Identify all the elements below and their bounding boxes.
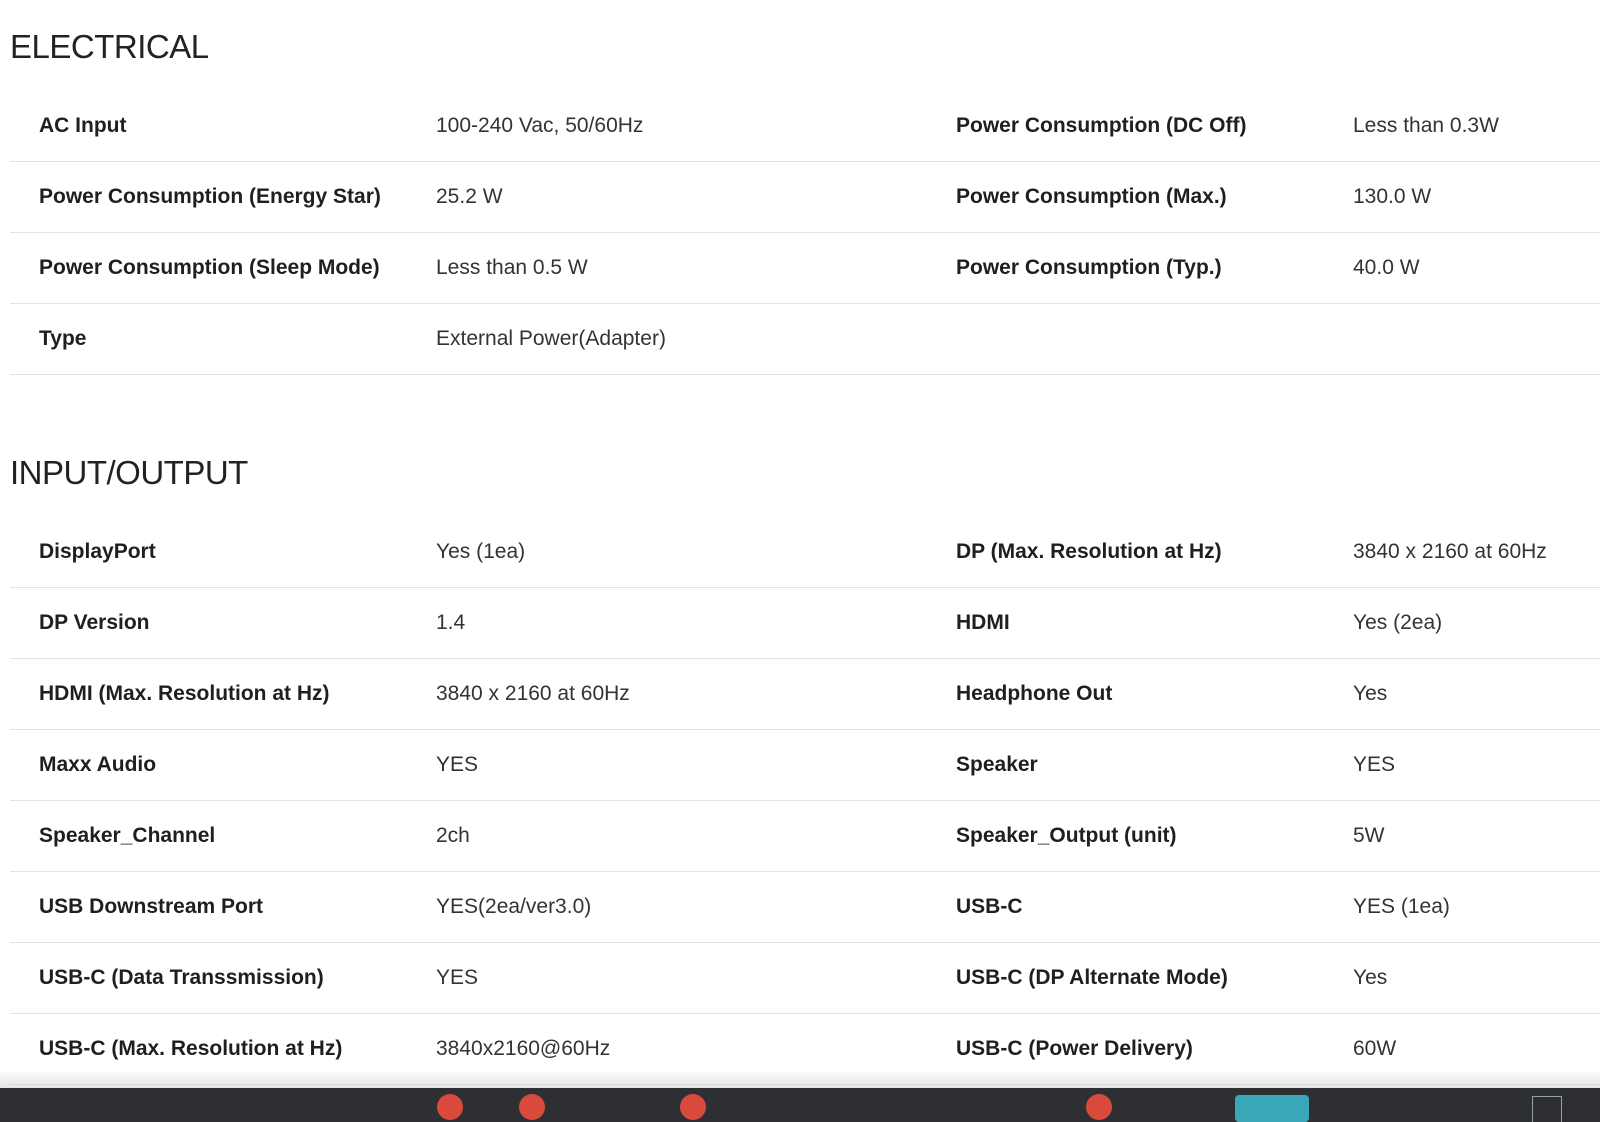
dock-app-icon[interactable] bbox=[519, 1094, 545, 1120]
spec-value: Yes (1ea) bbox=[436, 540, 526, 563]
dock-window-icon[interactable] bbox=[1532, 1096, 1562, 1122]
spec-label: Speaker_Output (unit) bbox=[956, 824, 1177, 847]
spec-label: Maxx Audio bbox=[39, 753, 157, 776]
spec-value: 40.0 W bbox=[1353, 256, 1420, 279]
spec-label: Power Consumption (Sleep Mode) bbox=[39, 256, 380, 279]
spec-label: USB Downstream Port bbox=[39, 895, 264, 918]
spec-label: USB-C (DP Alternate Mode) bbox=[956, 966, 1228, 989]
content-fade bbox=[0, 1070, 1600, 1088]
spec-row: USB Downstream Port YES(2ea/ver3.0) USB-C Y… bbox=[10, 872, 1600, 943]
spec-value: Less than 0.3W bbox=[1353, 114, 1499, 137]
spec-value: 130.0 W bbox=[1353, 185, 1432, 208]
spec-value: External Power(Adapter) bbox=[436, 327, 666, 350]
spec-row: AC Input 100-240 Vac, 50/60Hz Power Consum… bbox=[10, 91, 1600, 162]
spec-row: USB-C (Data Transsmission) YES USB-C (DP A… bbox=[10, 943, 1600, 1014]
spec-label: USB-C (Data Transsmission) bbox=[39, 966, 324, 989]
taskbar bbox=[0, 1088, 1600, 1122]
spec-row: Power Consumption (Sleep Mode) Less than … bbox=[10, 233, 1600, 304]
spec-label: HDMI bbox=[956, 611, 1010, 634]
spec-row: HDMI (Max. Resolution at Hz) 3840 x 2160 … bbox=[10, 659, 1600, 730]
spec-label: Power Consumption (Energy Star) bbox=[39, 185, 381, 208]
spec-label: DP Version bbox=[39, 611, 150, 634]
spec-label: DP (Max. Resolution at Hz) bbox=[956, 540, 1222, 563]
spec-value: Yes bbox=[1353, 682, 1388, 705]
spec-row: Maxx Audio YES Speaker YES bbox=[10, 730, 1600, 801]
spec-label: Headphone Out bbox=[956, 682, 1113, 705]
spec-page: ELECTRICAL AC Input 100-240 Vac, 50/60Hz P… bbox=[0, 0, 1600, 1122]
spec-value: Yes bbox=[1353, 966, 1388, 989]
spec-label: Power Consumption (DC Off) bbox=[956, 114, 1247, 137]
spec-value: YES(2ea/ver3.0) bbox=[436, 895, 592, 918]
spec-row: Speaker_Channel 2ch Speaker_Output (unit) 5… bbox=[10, 801, 1600, 872]
spec-label: AC Input bbox=[39, 114, 127, 137]
spec-label: Type bbox=[39, 327, 87, 350]
dock-app-icon[interactable] bbox=[680, 1094, 706, 1120]
spec-row: Type External Power(Adapter) bbox=[10, 304, 1600, 375]
spec-value: YES bbox=[436, 966, 479, 989]
spec-value: YES (1ea) bbox=[1353, 895, 1450, 918]
spec-value: 25.2 W bbox=[436, 185, 503, 208]
spec-value: YES bbox=[436, 753, 479, 776]
spec-value: 3840 x 2160 at 60Hz bbox=[1353, 540, 1547, 563]
spec-label: Speaker bbox=[956, 753, 1038, 776]
dock-app-icon[interactable] bbox=[437, 1094, 463, 1120]
spec-value: 3840 x 2160 at 60Hz bbox=[436, 682, 630, 705]
dock-app-icon[interactable] bbox=[1086, 1094, 1112, 1120]
spec-value: 100-240 Vac, 50/60Hz bbox=[436, 114, 644, 137]
section-title-input-output: INPUT/OUTPUT bbox=[10, 454, 248, 491]
spec-row: Power Consumption (Energy Star) 25.2 W Pow… bbox=[10, 162, 1600, 233]
section-title-electrical: ELECTRICAL bbox=[10, 28, 209, 65]
spec-value: 1.4 bbox=[436, 611, 466, 634]
spec-label: USB-C bbox=[956, 895, 1023, 918]
spec-label: Power Consumption (Max.) bbox=[956, 185, 1227, 208]
spec-table-input-output: DisplayPort Yes (1ea) DP (Max. Resolution … bbox=[10, 517, 1600, 1085]
dock-active-tab[interactable] bbox=[1235, 1095, 1309, 1122]
spec-label: Speaker_Channel bbox=[39, 824, 216, 847]
spec-label: HDMI (Max. Resolution at Hz) bbox=[39, 682, 330, 705]
spec-table-electrical: AC Input 100-240 Vac, 50/60Hz Power Consum… bbox=[10, 91, 1600, 375]
spec-row: DP Version 1.4 HDMI Yes (2ea) bbox=[10, 588, 1600, 659]
spec-label: DisplayPort bbox=[39, 540, 156, 563]
spec-label: Power Consumption (Typ.) bbox=[956, 256, 1222, 279]
spec-value: Less than 0.5 W bbox=[436, 256, 588, 279]
spec-value: 5W bbox=[1353, 824, 1385, 847]
spec-value: YES bbox=[1353, 753, 1396, 776]
spec-row: DisplayPort Yes (1ea) DP (Max. Resolution … bbox=[10, 517, 1600, 588]
spec-value: 2ch bbox=[436, 824, 470, 847]
spec-value: Yes (2ea) bbox=[1353, 611, 1443, 634]
